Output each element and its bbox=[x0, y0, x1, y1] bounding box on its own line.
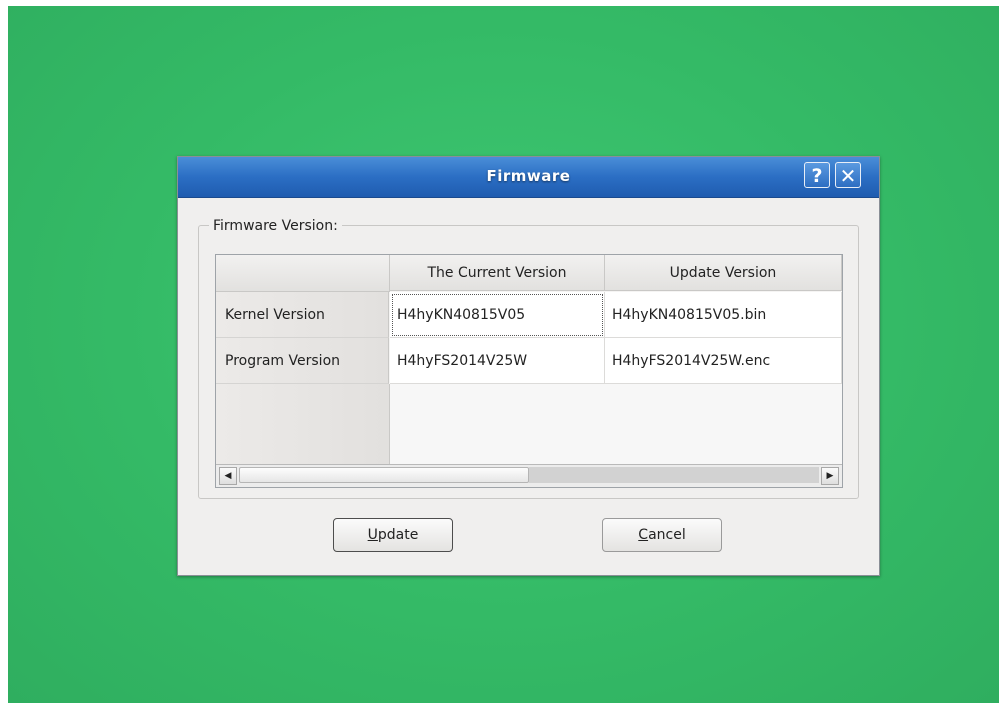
close-icon[interactable]: ✕ bbox=[835, 162, 861, 188]
group-label: Firmware Version: bbox=[209, 218, 342, 234]
horizontal-scrollbar[interactable]: ◀ ▶ bbox=[216, 464, 842, 487]
cancel-mnemonic: C bbox=[638, 527, 649, 543]
dialog-title: Firmware bbox=[486, 167, 571, 185]
update-label: pdate bbox=[377, 527, 419, 543]
update-button[interactable]: Update bbox=[333, 518, 453, 552]
kernel-update-version-cell[interactable]: H4hyKN40815V05.bin bbox=[605, 292, 842, 338]
scroll-left-icon[interactable]: ◀ bbox=[219, 467, 237, 485]
row-header-kernel[interactable]: Kernel Version bbox=[216, 292, 389, 338]
scrollbar-thumb[interactable] bbox=[239, 467, 529, 483]
desktop-background: Firmware ? ✕ Firmware Version: The Curre… bbox=[8, 6, 999, 703]
help-icon[interactable]: ? bbox=[804, 162, 830, 188]
firmware-dialog: Firmware ? ✕ Firmware Version: The Curre… bbox=[177, 156, 880, 576]
table-empty-area bbox=[390, 384, 842, 464]
column-header-current[interactable]: The Current Version bbox=[390, 255, 605, 291]
program-update-version-cell[interactable]: H4hyFS2014V25W.enc bbox=[605, 338, 842, 384]
scrollbar-track[interactable] bbox=[529, 467, 819, 483]
row-header-program[interactable]: Program Version bbox=[216, 338, 389, 384]
version-table: The Current Version Update Version Kerne… bbox=[215, 254, 843, 488]
row-header-empty-area bbox=[216, 384, 390, 464]
table-corner bbox=[216, 255, 390, 292]
update-mnemonic: U bbox=[367, 527, 378, 543]
dialog-titlebar[interactable]: Firmware ? ✕ bbox=[178, 157, 879, 198]
cancel-button[interactable]: Cancel bbox=[602, 518, 722, 552]
column-header-update[interactable]: Update Version bbox=[605, 255, 842, 291]
program-current-version-cell[interactable]: H4hyFS2014V25W bbox=[390, 338, 605, 384]
cancel-label: ancel bbox=[648, 527, 686, 543]
kernel-current-version-cell[interactable]: H4hyKN40815V05 bbox=[390, 292, 605, 338]
scroll-right-icon[interactable]: ▶ bbox=[821, 467, 839, 485]
